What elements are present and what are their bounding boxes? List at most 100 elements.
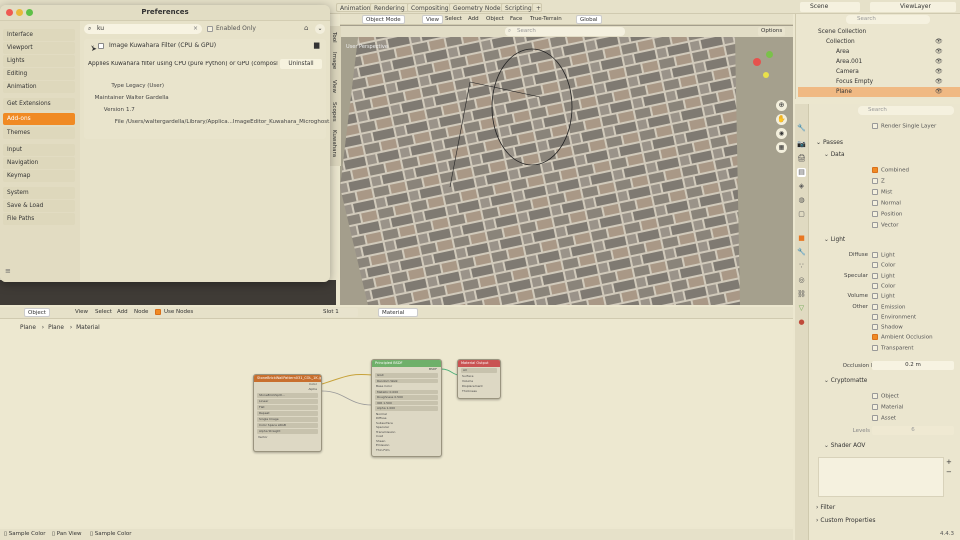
bsdf-row[interactable]: Roughness 0.500 (375, 395, 438, 400)
options-button[interactable]: Options (758, 27, 786, 36)
levels-field[interactable]: 6 (872, 426, 954, 435)
sidebar-item-themes[interactable]: Themes (3, 127, 75, 139)
sidebar-item-keymap[interactable]: Keymap (3, 170, 75, 182)
pass-combined-checkbox[interactable]: Combined (872, 167, 909, 174)
light-pass-checkbox[interactable]: Color (872, 282, 895, 289)
pass-normal-checkbox[interactable]: Normal (872, 200, 901, 207)
add-aov-button[interactable]: + (946, 458, 952, 466)
bsdf-row[interactable]: Base Color (372, 384, 441, 389)
viewport-menu-object[interactable]: Object (483, 15, 507, 24)
orientation-select[interactable]: Global (576, 15, 602, 24)
output-tab-icon[interactable]: 🖨 (797, 154, 806, 163)
sidebar-item-add-ons[interactable]: Add-ons (3, 113, 75, 125)
bsdf-row[interactable]: IOR 1.500 (375, 400, 438, 405)
light-pass-checkbox[interactable]: Color (872, 262, 895, 269)
folder-icon[interactable]: ▆ (314, 41, 319, 49)
viewport-menu-select[interactable]: Select (442, 15, 465, 24)
crypto-asset-checkbox[interactable]: Asset (872, 415, 896, 422)
pass-mist-checkbox[interactable]: Mist (872, 189, 892, 196)
view-layer-selector[interactable]: ViewLayer (870, 2, 956, 12)
sidebar-item-interface[interactable]: Interface (3, 29, 75, 41)
camera-view-icon[interactable]: ◉ (776, 128, 787, 139)
tag-filter-icon[interactable]: ⌂ (304, 24, 308, 32)
cryptomatte-subpanel-header[interactable]: ⌄ Cryptomatte (824, 378, 867, 384)
image-projection-field[interactable]: Flat (257, 405, 318, 410)
shader-aov-subpanel-header[interactable]: ⌄ Shader AOV (824, 443, 865, 449)
sidebar-item-navigation[interactable]: Navigation (3, 157, 75, 169)
side-tab-image[interactable]: Image (331, 52, 337, 69)
tab-rendering[interactable]: Rendering (370, 3, 409, 12)
bsdf-row[interactable]: Alpha 1.000 (375, 406, 438, 411)
prefs-menu-icon[interactable]: ≡ (5, 267, 11, 275)
sidebar-item-get-extensions[interactable]: Get Extensions (3, 98, 75, 110)
sidebar-item-input[interactable]: Input (3, 144, 75, 156)
side-tab-kuwahara[interactable]: Kuwahara (331, 130, 337, 157)
light-pass-checkbox[interactable]: Light (872, 272, 895, 279)
occlusion-distance-field[interactable]: 0.2 m (872, 361, 954, 370)
uninstall-button[interactable]: Uninstall (280, 59, 322, 69)
pan-icon[interactable]: ✋ (776, 114, 787, 125)
sidebar-item-viewport[interactable]: Viewport (3, 42, 75, 54)
image-interp-field[interactable]: Linear (257, 399, 318, 404)
outliner-search[interactable]: Search (846, 15, 930, 24)
viewport-search[interactable]: ⌕ Search (505, 27, 625, 36)
clear-search-icon[interactable]: × (193, 24, 198, 34)
scene-tab-icon[interactable]: ◈ (797, 182, 806, 191)
light-pass-checkbox[interactable]: Light (872, 293, 895, 300)
sidebar-item-animation[interactable]: Animation (3, 81, 75, 93)
render-single-layer-checkbox[interactable]: Render Single Layer (872, 123, 936, 130)
data-subpanel-header[interactable]: ⌄ Data (824, 152, 845, 158)
addon-enable-checkbox[interactable] (98, 42, 107, 49)
view-layer-tab-icon[interactable]: ▤ (797, 168, 806, 177)
pass-position-checkbox[interactable]: Position (872, 211, 902, 218)
tab-scripting[interactable]: Scripting (501, 3, 536, 12)
material-tab-icon[interactable]: ● (797, 318, 806, 327)
sidebar-item-lights[interactable]: Lights (3, 55, 75, 67)
material-output-node[interactable]: Material Output All Surface Volume Displ… (457, 359, 501, 399)
side-tab-scopes[interactable]: Scopes (331, 102, 337, 122)
output-target-field[interactable]: All (461, 368, 497, 373)
sidebar-item-save-load[interactable]: Save & Load (3, 200, 75, 212)
viewport-menu-add[interactable]: Add (465, 15, 482, 24)
bsdf-row[interactable]: GGX (375, 373, 438, 378)
image-source-field[interactable]: Single Image (257, 417, 318, 422)
render-tab-icon[interactable]: 📷 (797, 140, 806, 149)
object-tab-icon[interactable]: ■ (797, 234, 806, 243)
scene-selector[interactable]: Scene (800, 2, 860, 12)
image-colorspace-field[interactable]: Color Space sRGB (257, 423, 318, 428)
light-pass-checkbox[interactable]: Emission (872, 303, 905, 310)
addon-search[interactable]: ⌕ ku × (84, 24, 202, 34)
principled-bsdf-node[interactable]: Principled BSDF BSDF GGX Random Walk Base … (371, 359, 442, 457)
image-extension-field[interactable]: Repeat (257, 411, 318, 416)
crypto-material-checkbox[interactable]: Material (872, 404, 903, 411)
sidebar-item-system[interactable]: System (3, 187, 75, 199)
constraints-tab-icon[interactable]: ⛓ (797, 290, 806, 299)
outliner-scene-collection[interactable]: Scene Collection (798, 27, 960, 37)
light-pass-checkbox[interactable]: Environment (872, 313, 916, 320)
viewport-menu-true-terrain[interactable]: True-Terrain (527, 15, 565, 24)
tab-compositing[interactable]: Compositing (407, 3, 453, 12)
physics-tab-icon[interactable]: ◎ (797, 276, 806, 285)
3d-viewport[interactable]: Object Mode View Select Add Object Face … (340, 14, 793, 305)
light-pass-checkbox[interactable]: Shadow (872, 324, 903, 331)
navigation-gizmo[interactable] (745, 48, 781, 84)
side-tab-tool[interactable]: Tool (331, 32, 337, 43)
tool-tab-icon[interactable]: 🔧 (797, 124, 806, 133)
bsdf-row[interactable]: Metallic 0.000 (375, 389, 438, 394)
collection-tab-icon[interactable]: ▢ (797, 210, 806, 219)
image-file-field[interactable]: StoneBrickSplit... (257, 393, 318, 398)
light-pass-checkbox[interactable]: Transparent (872, 344, 914, 351)
pass-z-checkbox[interactable]: Z (872, 178, 885, 185)
sidebar-item-editing[interactable]: Editing (3, 68, 75, 80)
tab-geometry-nodes[interactable]: Geometry Nodes (449, 3, 508, 12)
light-pass-checkbox[interactable]: Light (872, 252, 895, 259)
viewport-menu-view[interactable]: View (422, 15, 444, 24)
side-tab-view[interactable]: View (331, 80, 337, 93)
light-pass-checkbox[interactable]: Ambient Occlusion (872, 334, 933, 341)
passes-panel-header[interactable]: ⌄ Passes (816, 139, 843, 146)
viewport-menu-face[interactable]: Face (507, 15, 525, 24)
addon-options-dropdown[interactable]: ⌄ (315, 24, 325, 34)
image-alpha-field[interactable]: Alpha Straight (257, 429, 318, 434)
remove-aov-button[interactable]: − (946, 468, 952, 476)
crypto-object-checkbox[interactable]: Object (872, 393, 899, 400)
